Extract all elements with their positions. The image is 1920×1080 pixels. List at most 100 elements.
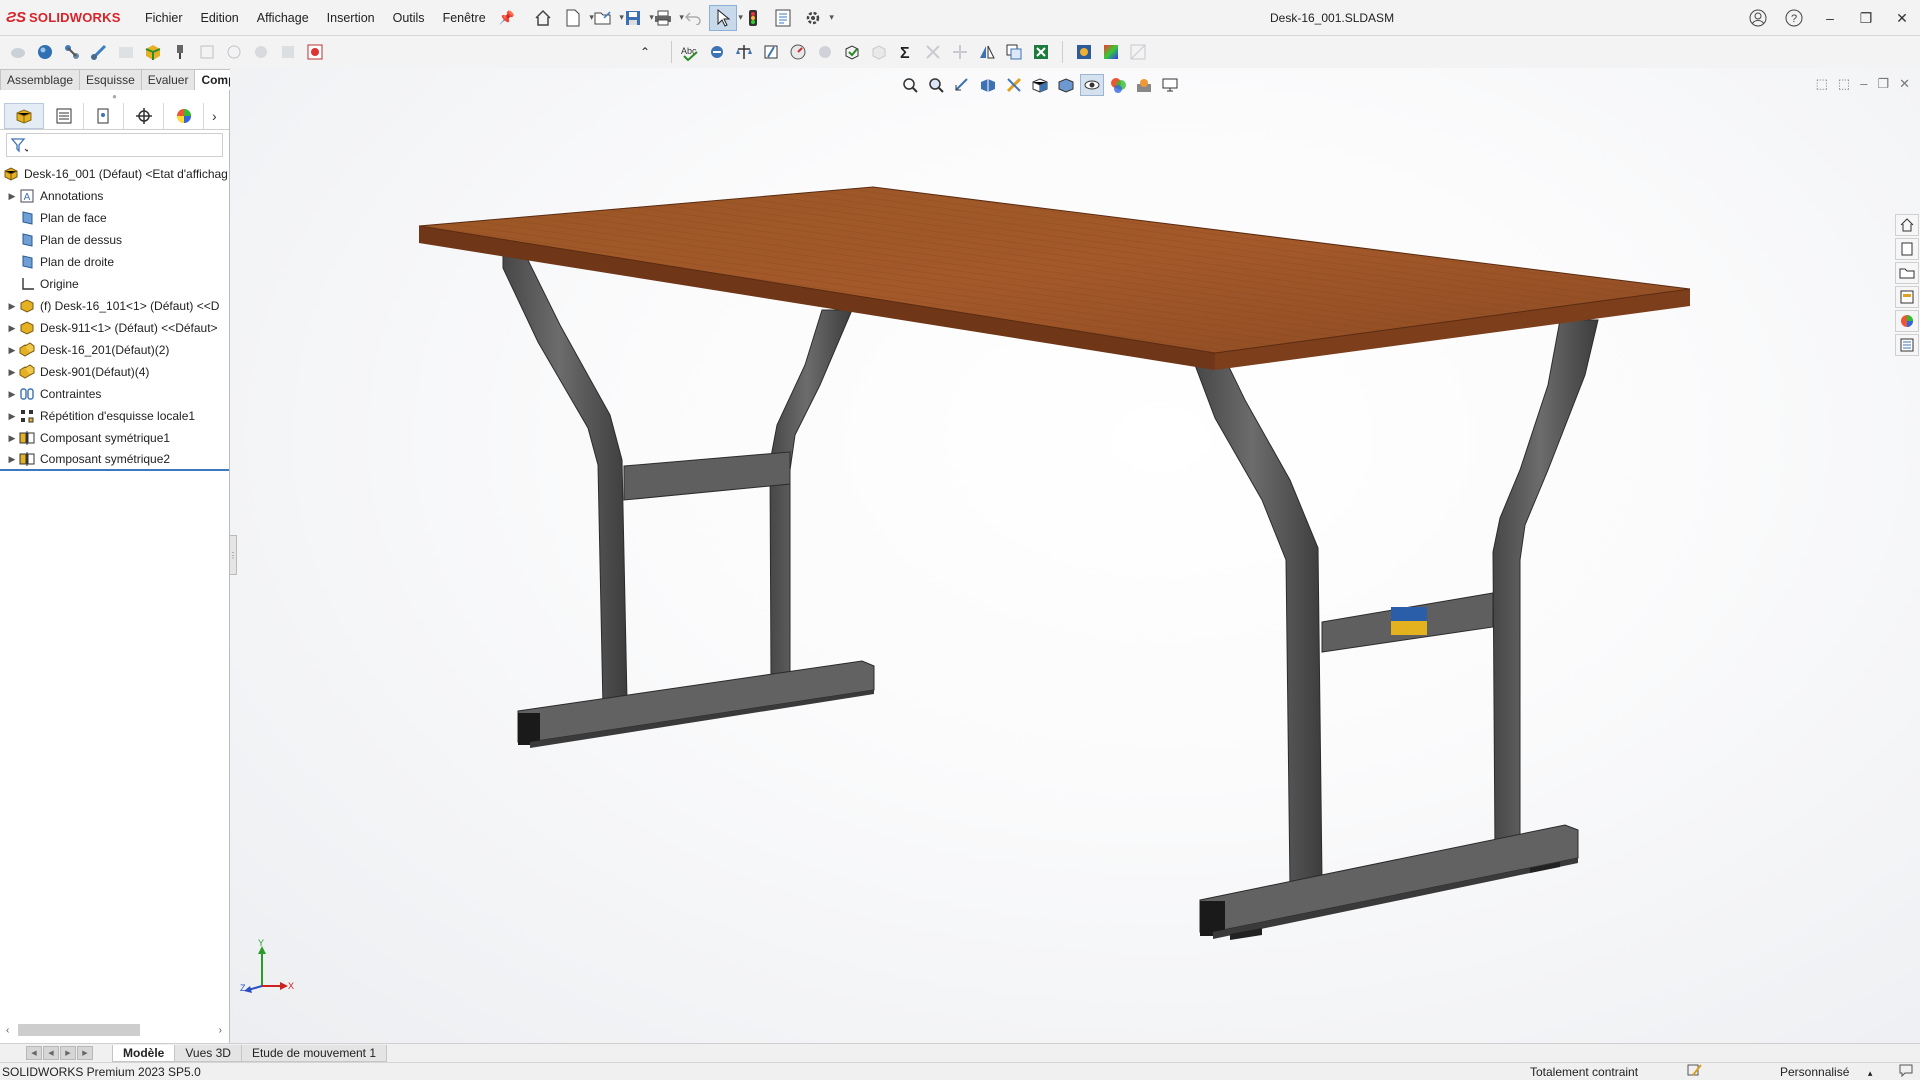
compare-icon[interactable] [1002,40,1026,64]
collapse-chevron-icon[interactable]: ⌃ [633,40,657,64]
expand-arrow-icon[interactable]: ▶ [6,301,18,312]
first-tab-icon[interactable]: ◀ [26,1046,42,1060]
tree-item-desk-911[interactable]: ▶ Desk-911<1> (Défaut) <<Défaut> [0,317,229,339]
sensor-icon[interactable] [786,40,810,64]
panel-collapse-handle[interactable]: ⋮ [229,535,237,575]
expand-arrow-icon[interactable]: ▶ [6,345,18,356]
panel-grip[interactable]: ● [0,90,229,102]
graphics-area[interactable]: ⬚ ⬚ – ❐ ✕ Y X Z [230,68,1920,1043]
rebuild-icon[interactable] [739,5,767,31]
interference-icon[interactable] [840,40,864,64]
open-folder-icon[interactable] [589,5,624,31]
symmetry-check-icon[interactable] [975,40,999,64]
unit-system-selector[interactable]: Personnalisé [1780,1065,1872,1079]
tools-icon-4[interactable] [948,40,972,64]
expand-arrow-icon[interactable]: ▶ [6,454,18,465]
tree-item-contraintes[interactable]: ▶ Contraintes [0,383,229,405]
solidworks-logo[interactable]: ƧS SOLIDWORKS [6,9,136,26]
expand-arrow-icon[interactable]: ▶ [6,389,18,400]
tools-icon-3[interactable] [921,40,945,64]
mass-properties-icon[interactable] [732,40,756,64]
featuremanager-tab-icon[interactable] [4,102,44,129]
save-icon[interactable] [619,5,654,31]
help-icon[interactable]: ? [1776,0,1812,36]
measure-icon[interactable] [705,40,729,64]
sphere-icon[interactable] [33,40,57,64]
tab-esquisse[interactable]: Esquisse [79,69,142,90]
expand-arrow-icon[interactable]: ▶ [6,367,18,378]
check-excel-icon[interactable] [1029,40,1053,64]
menu-insertion[interactable]: Insertion [318,11,384,25]
scroll-right-icon[interactable]: › [219,1025,222,1036]
restore-icon[interactable]: ❐ [1848,0,1884,36]
displaymanager-tab-icon[interactable] [164,102,204,129]
tree-item-desk-16-101[interactable]: ▶ (f) Desk-16_101<1> (Défaut) <<D [0,295,229,317]
addin-icon-1[interactable] [6,40,30,64]
menu-affichage[interactable]: Affichage [248,11,318,25]
more-tabs-chevron-icon[interactable]: › [212,108,217,124]
menu-outils[interactable]: Outils [384,11,434,25]
tab-etude-de-mouvement[interactable]: Etude de mouvement 1 [240,1044,388,1062]
addin-icon-4[interactable] [222,40,246,64]
print-icon[interactable] [649,5,684,31]
dimxpertmanager-tab-icon[interactable] [124,102,164,129]
minimize-icon[interactable]: – [1812,0,1848,36]
rebuild-status-icon[interactable] [1687,1063,1703,1080]
tree-root-assembly[interactable]: Desk-16_001 (Défaut) <Etat d'affichag [0,163,229,185]
tree-filter[interactable] [6,133,223,157]
desk-3d-model[interactable] [230,68,1920,1043]
expand-arrow-icon[interactable]: ▶ [6,411,18,422]
addin-icon-5[interactable] [249,40,273,64]
menu-fenetre[interactable]: Fenêtre [434,11,495,25]
tab-modele[interactable]: Modèle [112,1044,176,1062]
new-document-icon[interactable] [559,5,594,31]
home-icon[interactable] [529,5,557,31]
tab-assemblage[interactable]: Assemblage [0,69,81,90]
addin-icon-2[interactable] [114,40,138,64]
tree-item-desk-16-201[interactable]: ▶ Desk-16_201(Défaut)(2) [0,339,229,361]
probe-icon[interactable] [168,40,192,64]
select-pointer-icon[interactable] [708,4,743,31]
addin-icon-6[interactable] [276,40,300,64]
tools-icon-1[interactable] [813,40,837,64]
routing-icon[interactable] [60,40,84,64]
expand-arrow-icon[interactable]: ▶ [6,433,18,444]
tree-item-annotations[interactable]: ▶ A Annotations [0,185,229,207]
tree-item-plan-de-droite[interactable]: Plan de droite [0,251,229,273]
tab-evaluer[interactable]: Evaluer [140,69,196,90]
close-icon[interactable]: ✕ [1884,0,1920,36]
addin-icon-3[interactable] [195,40,219,64]
menu-fichier[interactable]: Fichier [136,11,192,25]
tab-vues-3d[interactable]: Vues 3D [174,1044,242,1062]
prev-tab-icon[interactable]: ◀ [43,1046,59,1060]
render-tools-icon[interactable] [1072,40,1096,64]
toolbox-icon[interactable] [87,40,111,64]
tools-icon-5[interactable] [1126,40,1150,64]
tree-item-plan-de-dessus[interactable]: Plan de dessus [0,229,229,251]
tree-item-composant-symetrique2[interactable]: ▶ Composant symétrique2 [0,449,229,471]
expand-arrow-icon[interactable]: ▶ [6,323,18,334]
menu-edition[interactable]: Edition [192,11,248,25]
section-properties-icon[interactable] [759,40,783,64]
scroll-left-icon[interactable]: ‹ [6,1025,9,1036]
color-display-icon[interactable] [1099,40,1123,64]
equations-sigma-icon[interactable]: Σ [894,40,918,64]
report-addin-icon[interactable] [303,40,327,64]
tree-item-composant-symetrique1[interactable]: ▶ Composant symétrique1 [0,427,229,449]
scrollbar-thumb[interactable] [18,1024,140,1036]
file-properties-icon[interactable] [769,5,797,31]
propertymanager-tab-icon[interactable] [44,102,84,129]
configurationmanager-tab-icon[interactable] [84,102,124,129]
last-tab-icon[interactable]: ▶ [77,1046,93,1060]
tree-item-plan-de-face[interactable]: Plan de face [0,207,229,229]
quick-tips-icon[interactable] [1898,1063,1914,1080]
next-tab-icon[interactable]: ▶ [60,1046,76,1060]
expand-arrow-icon[interactable]: ▶ [6,191,18,202]
undo-icon[interactable] [679,5,714,31]
tools-icon-2[interactable] [867,40,891,64]
tree-item-desk-901[interactable]: ▶ Desk-901(Défaut)(4) [0,361,229,383]
tree-item-repetition[interactable]: ▶ Répétition d'esquisse locale1 [0,405,229,427]
options-gear-icon[interactable] [799,5,834,31]
account-icon[interactable] [1740,0,1776,36]
tree-item-origine[interactable]: Origine [0,273,229,295]
